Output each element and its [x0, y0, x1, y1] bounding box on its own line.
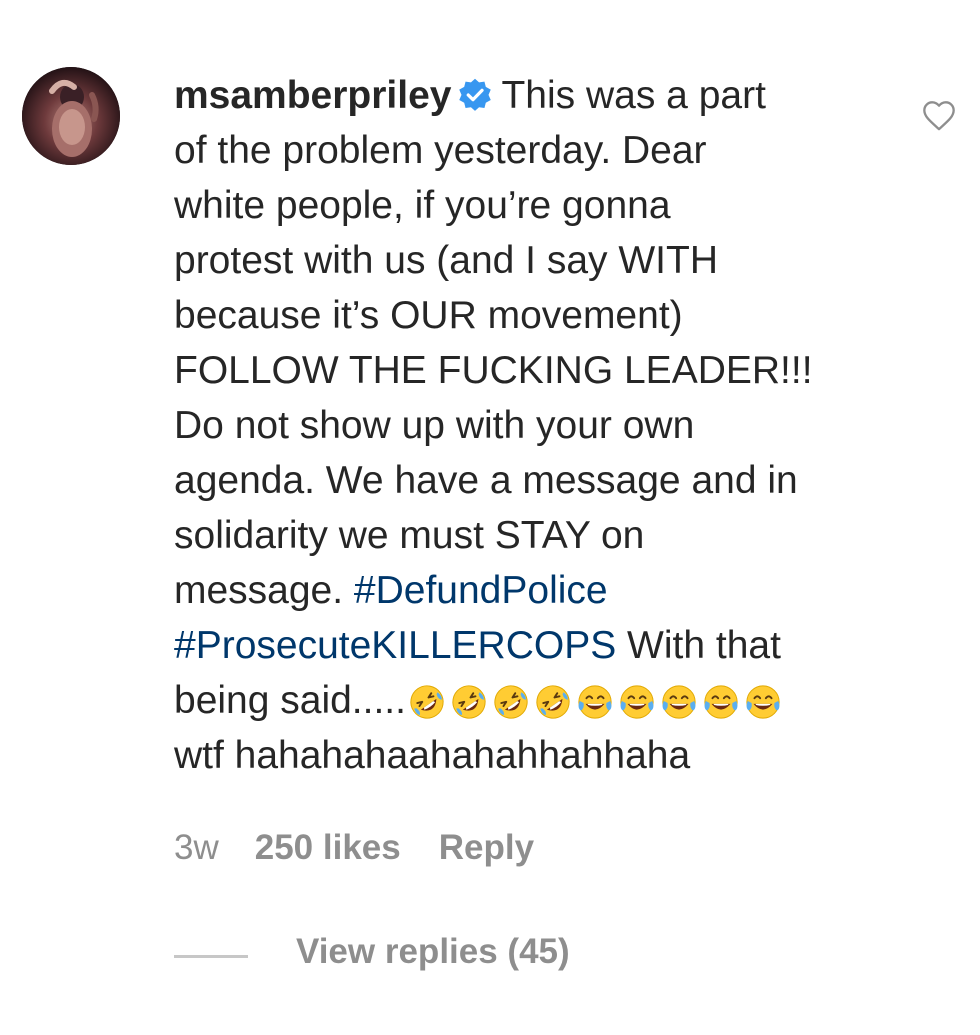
hashtag-prosecutekillercops-link[interactable]: #ProsecuteKILLERCOPS — [174, 624, 616, 667]
comment-line: message. #DefundPolice — [174, 563, 884, 618]
rolling-on-floor-laughing-emoji — [450, 683, 488, 721]
verified-badge-icon — [457, 77, 493, 113]
reply-button[interactable]: Reply — [439, 826, 534, 870]
comment-line: msamberpriley This was a part — [174, 68, 884, 123]
comment-line: solidarity we must STAY on — [174, 514, 645, 557]
hashtag-defundpolice-link[interactable]: #DefundPolice — [354, 569, 608, 612]
username-link[interactable]: msamberpriley — [174, 74, 451, 117]
like-button[interactable] — [918, 95, 960, 135]
comment-text-part: With that — [616, 624, 781, 667]
comment-line: being said..... — [174, 673, 884, 728]
face-with-tears-of-joy-emoji — [744, 683, 782, 721]
comment-text-part: message. — [174, 569, 354, 612]
rolling-on-floor-laughing-emoji — [534, 683, 572, 721]
comment-line: #ProsecuteKILLERCOPS With that — [174, 618, 884, 673]
view-replies-button[interactable]: View replies (45) — [296, 928, 570, 976]
comment-text: msamberpriley This was a part of the prob… — [174, 68, 884, 783]
comment-text-part: being said..... — [174, 679, 406, 722]
comment-line: of the problem yesterday. Dear — [174, 129, 707, 172]
avatar[interactable] — [22, 67, 120, 165]
likes-count-button[interactable]: 250 likes — [255, 826, 401, 870]
face-with-tears-of-joy-emoji — [618, 683, 656, 721]
comment: msamberpriley This was a part of the prob… — [0, 0, 980, 1035]
comment-line: white people, if you’re gonna — [174, 184, 671, 227]
comment-line: Do not show up with your own — [174, 404, 695, 447]
rolling-on-floor-laughing-emoji — [492, 683, 530, 721]
comment-text-part: This was a part — [501, 74, 766, 117]
comment-timestamp[interactable]: 3w — [174, 826, 219, 870]
rolling-on-floor-laughing-emoji — [408, 683, 446, 721]
comment-line: wtf hahahahaahahahhahhaha — [174, 734, 691, 777]
heart-outline-icon — [923, 101, 955, 131]
replies-divider — [174, 955, 248, 959]
comment-line: FOLLOW THE FUCKING LEADER!!! — [174, 349, 813, 392]
comment-line: because it’s OUR movement) — [174, 294, 683, 337]
face-with-tears-of-joy-emoji — [576, 683, 614, 721]
face-with-tears-of-joy-emoji — [702, 683, 740, 721]
comment-meta: 3w 250 likes Reply — [174, 826, 534, 870]
profile-avatar-image — [22, 67, 120, 165]
comment-line: agenda. We have a message and in — [174, 459, 798, 502]
view-replies-row: View replies (45) — [174, 928, 570, 976]
comment-line: protest with us (and I say WITH — [174, 239, 719, 282]
face-with-tears-of-joy-emoji — [660, 683, 698, 721]
